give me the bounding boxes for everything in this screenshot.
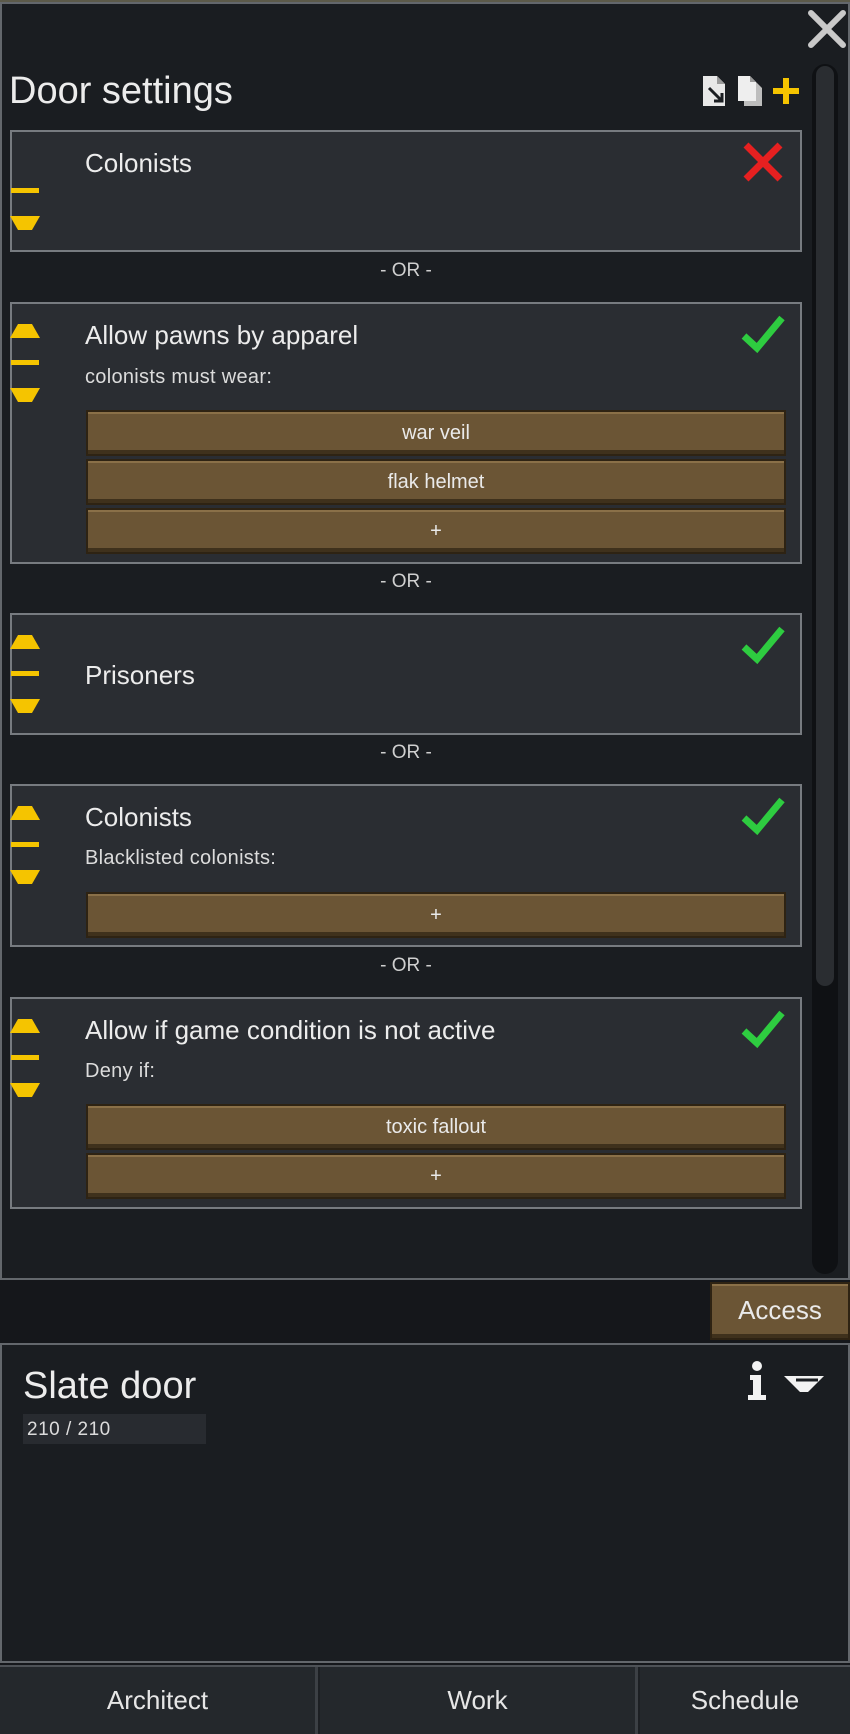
apparel-item-button[interactable]: flak helmet	[86, 459, 786, 505]
copy-icon[interactable]	[735, 74, 765, 108]
move-up-icon[interactable]	[8, 312, 42, 346]
move-down-icon[interactable]	[8, 208, 42, 242]
tab-architect[interactable]: Architect	[0, 1667, 318, 1734]
rule-subtitle: Blacklisted colonists:	[85, 847, 277, 869]
hitpoints-value: 210 / 210	[27, 1419, 111, 1440]
move-down-icon[interactable]	[8, 380, 42, 414]
or-separator: - OR -	[380, 571, 432, 592]
move-down-icon[interactable]	[8, 862, 42, 896]
move-up-icon[interactable]	[8, 623, 42, 657]
drag-handle-icon[interactable]	[8, 347, 42, 381]
rule-title: Allow if game condition is not active	[85, 1015, 496, 1045]
dialog-title: Door settings	[9, 70, 233, 112]
move-down-icon[interactable]	[8, 1075, 42, 1109]
add-icon[interactable]	[770, 74, 802, 108]
check-icon[interactable]	[740, 794, 786, 838]
select-next-icon[interactable]	[782, 1372, 826, 1394]
apparel-item-button[interactable]: war veil	[86, 410, 786, 456]
paste-icon[interactable]	[700, 74, 730, 108]
close-icon[interactable]	[806, 8, 848, 50]
rule-title: Colonists	[85, 148, 192, 178]
drag-handle-icon[interactable]	[8, 829, 42, 863]
cross-icon[interactable]	[740, 140, 786, 184]
add-apparel-button[interactable]: +	[86, 508, 786, 554]
info-icon[interactable]	[742, 1360, 772, 1402]
add-game-condition-button[interactable]: +	[86, 1153, 786, 1199]
rule-title: Allow pawns by apparel	[85, 320, 359, 350]
check-icon[interactable]	[740, 1007, 786, 1051]
check-icon[interactable]	[740, 312, 786, 356]
selected-object-title: Slate door	[23, 1365, 197, 1407]
drag-handle-icon[interactable]	[8, 1042, 42, 1076]
move-up-icon[interactable]	[8, 1007, 42, 1041]
drag-handle-icon[interactable]	[8, 175, 42, 209]
or-separator: - OR -	[380, 742, 432, 763]
tab-schedule[interactable]: Schedule	[640, 1667, 850, 1734]
or-separator: - OR -	[380, 260, 432, 281]
drag-handle-icon[interactable]	[8, 658, 42, 692]
move-up-icon[interactable]	[8, 794, 42, 828]
move-down-icon[interactable]	[8, 691, 42, 725]
rule-subtitle: Deny if:	[85, 1060, 156, 1082]
rule-title: Colonists	[85, 802, 192, 832]
rule-title: Prisoners	[85, 660, 195, 690]
tab-work[interactable]: Work	[320, 1667, 638, 1734]
add-colonist-button[interactable]: +	[86, 892, 786, 938]
rule-subtitle: colonists must wear:	[85, 366, 273, 388]
game-condition-button[interactable]: toxic fallout	[86, 1104, 786, 1150]
scrollbar-thumb[interactable]	[816, 66, 834, 986]
check-icon[interactable]	[740, 623, 786, 667]
or-separator: - OR -	[380, 955, 432, 976]
access-button[interactable]: Access	[710, 1282, 850, 1340]
